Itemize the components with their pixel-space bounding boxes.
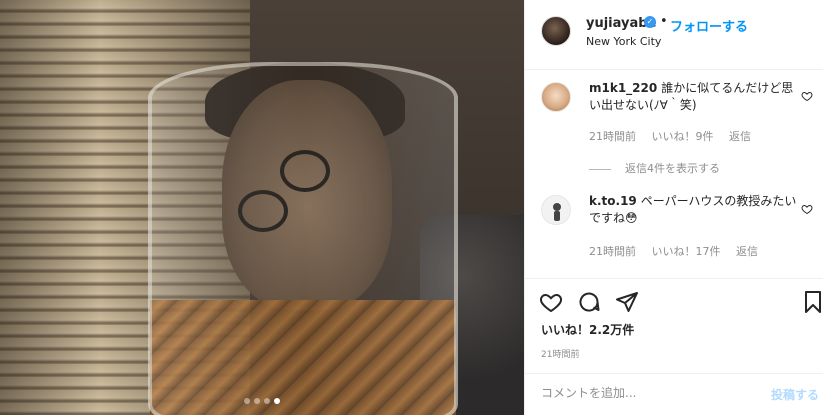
heart-icon[interactable] [539, 290, 563, 314]
comment-meta: 21時間前 いいね！17件 返信 [589, 243, 770, 259]
bookmark-icon[interactable] [801, 290, 823, 314]
header-separator: • [660, 14, 668, 29]
comment-heart-icon[interactable] [801, 203, 813, 215]
comment-avatar[interactable] [541, 82, 571, 112]
comment-text: k.to.19 ペーパーハウスの教授みたいですね😳 [589, 193, 799, 227]
comment-avatar[interactable] [541, 195, 571, 225]
likes-count[interactable]: いいね！2.2万件 [541, 321, 634, 338]
comment-input[interactable] [541, 386, 751, 400]
post-side-panel: yujiayabe ✓ • フォローする New York City m1k1_… [524, 0, 823, 415]
avatar[interactable] [541, 16, 571, 46]
post-time: 21時間前 [541, 350, 580, 360]
carousel-dot-active[interactable] [274, 398, 280, 404]
comment-reply-button[interactable]: 返信 [736, 245, 758, 258]
view-replies-button[interactable]: 返信4件を表示する [589, 160, 720, 176]
comment-reply-button[interactable]: 返信 [729, 130, 751, 143]
comment-meta: 21時間前 いいね！9件 返信 [589, 128, 763, 144]
carousel-dot[interactable] [254, 398, 260, 404]
add-comment-bar: 投稿する [525, 373, 823, 415]
post-actions: いいね！2.2万件 21時間前 投稿する [525, 278, 823, 415]
post-photo[interactable] [0, 0, 524, 415]
comment-username[interactable]: m1k1_220 [589, 81, 657, 95]
view-replies-label: 返信4件を表示する [625, 162, 720, 175]
comment-likes[interactable]: いいね！9件 [652, 130, 714, 143]
comment-username[interactable]: k.to.19 [589, 194, 637, 208]
share-icon[interactable] [615, 290, 639, 314]
carousel-dot[interactable] [264, 398, 270, 404]
comment-heart-icon[interactable] [801, 90, 813, 102]
comment-icon[interactable] [577, 290, 601, 314]
follow-button[interactable]: フォローする [670, 16, 748, 35]
avatar-silhouette-icon [553, 203, 561, 221]
comment-likes[interactable]: いいね！17件 [652, 245, 721, 258]
comment-time: 21時間前 [589, 130, 636, 143]
replies-line [589, 168, 611, 170]
post-comment-button[interactable]: 投稿する [771, 386, 819, 403]
comment-time: 21時間前 [589, 245, 636, 258]
carousel-dot[interactable] [244, 398, 250, 404]
post-header: yujiayabe ✓ • フォローする New York City [525, 0, 823, 70]
comment-text: m1k1_220 誰かに似てるんだけど思い出せない(ﾉ∀｀笑) [589, 80, 799, 114]
verified-badge-icon: ✓ [644, 16, 656, 28]
photo-glass [148, 62, 458, 415]
carousel-dots[interactable] [0, 398, 524, 404]
post-location[interactable]: New York City [586, 35, 661, 48]
